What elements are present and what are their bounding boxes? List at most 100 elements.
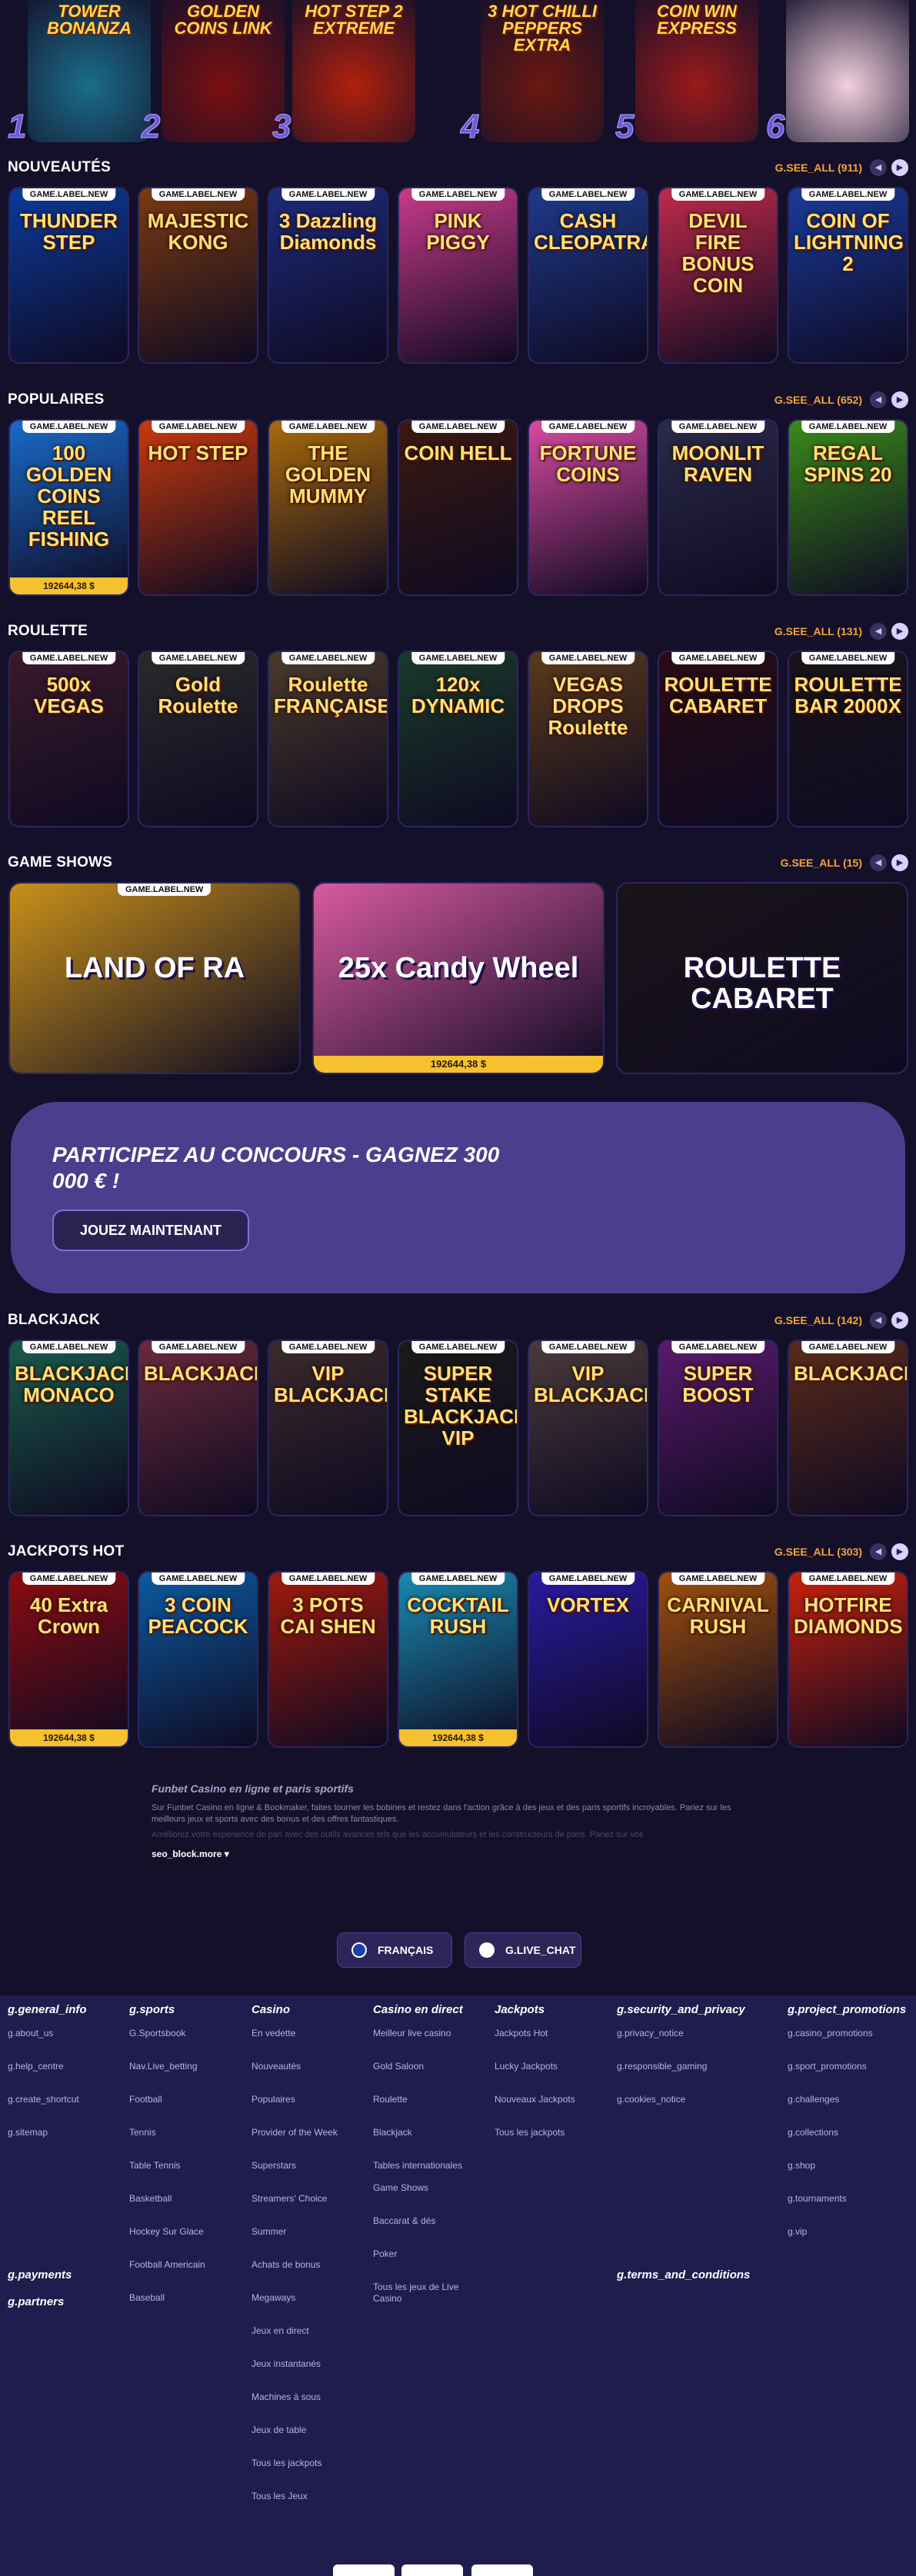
footer-link[interactable]: Table Tennis bbox=[129, 2160, 237, 2172]
footer-link[interactable]: g.create_shortcut bbox=[8, 2094, 115, 2105]
next-arrow-icon[interactable]: ▶ bbox=[891, 623, 908, 640]
footer-link[interactable]: Nav.Live_betting bbox=[129, 2061, 237, 2072]
see-all-link[interactable]: G.SEE_ALL (142) bbox=[774, 1314, 862, 1326]
next-arrow-icon[interactable]: ▶ bbox=[891, 1312, 908, 1329]
see-all-link[interactable]: G.SEE_ALL (911) bbox=[775, 161, 862, 174]
seo-more-toggle[interactable]: seo_block.more ▾ bbox=[152, 1849, 767, 1859]
game-card[interactable]: DEVIL FIRE BONUS COIN GAME.LABEL.NEW bbox=[658, 187, 778, 364]
game-card[interactable]: 100 GOLDEN COINS REEL FISHING GAME.LABEL.… bbox=[8, 419, 129, 596]
game-card[interactable]: HOTFIRE DIAMONDS GAME.LABEL.NEW bbox=[788, 1571, 908, 1748]
footer-link[interactable]: Tous les Jeux bbox=[251, 2491, 359, 2502]
footer-link[interactable]: Blackjack bbox=[373, 2127, 481, 2138]
game-card[interactable]: MAJESTIC KONG GAME.LABEL.NEW bbox=[138, 187, 258, 364]
footer-link[interactable]: g.help_centre bbox=[8, 2061, 115, 2072]
next-arrow-icon[interactable]: ▶ bbox=[891, 159, 908, 176]
footer-link[interactable]: Football Americain bbox=[129, 2259, 237, 2271]
game-card[interactable]: BLACKJACK MONACO GAME.LABEL.NEW bbox=[8, 1340, 129, 1516]
top-game-card[interactable]: HOT STEP 2 EXTREME bbox=[292, 0, 415, 142]
prev-arrow-icon[interactable]: ◀ bbox=[870, 159, 887, 176]
play-now-button[interactable]: JOUEZ MAINTENANT bbox=[52, 1210, 249, 1251]
game-card[interactable]: FORTUNE COINS GAME.LABEL.NEW bbox=[528, 419, 648, 596]
see-all-link[interactable]: G.SEE_ALL (652) bbox=[774, 394, 862, 406]
footer-link[interactable]: Populaires bbox=[251, 2094, 359, 2105]
footer-link[interactable]: Jeux de table bbox=[251, 2425, 359, 2436]
game-card[interactable]: MOONLIT RAVEN GAME.LABEL.NEW bbox=[658, 419, 778, 596]
language-button[interactable]: FRANÇAIS bbox=[337, 1932, 452, 1968]
footer-link[interactable]: g.sitemap bbox=[8, 2127, 115, 2138]
footer-link[interactable]: Summer bbox=[251, 2226, 359, 2238]
game-show-card[interactable]: ROULETTE CABARET bbox=[616, 882, 908, 1074]
footer-link[interactable]: Provider of the Week bbox=[251, 2127, 359, 2138]
footer-link[interactable]: g.about_us bbox=[8, 2028, 115, 2039]
footer-link[interactable]: Game Shows bbox=[373, 2182, 481, 2194]
game-card[interactable]: CASH CLEOPATRA GAME.LABEL.NEW bbox=[528, 187, 648, 364]
prev-arrow-icon[interactable]: ◀ bbox=[870, 623, 887, 640]
footer-link[interactable]: Superstars bbox=[251, 2160, 359, 2172]
game-card[interactable]: 3 COIN PEACOCK GAME.LABEL.NEW bbox=[138, 1571, 258, 1748]
game-card[interactable]: COCKTAIL RUSH GAME.LABEL.NEW 192644,38 $ bbox=[398, 1571, 518, 1748]
footer-link[interactable]: Nouveautés bbox=[251, 2061, 359, 2072]
next-arrow-icon[interactable]: ▶ bbox=[891, 854, 908, 871]
game-show-card[interactable]: LAND OF RA GAME.LABEL.NEW bbox=[8, 882, 301, 1074]
footer-link[interactable]: Machines à sous bbox=[251, 2391, 359, 2403]
footer-link[interactable]: Gold Saloon bbox=[373, 2061, 481, 2072]
footer-link[interactable]: Tous les jackpots bbox=[495, 2127, 602, 2138]
game-card[interactable]: CARNIVAL RUSH GAME.LABEL.NEW bbox=[658, 1571, 778, 1748]
footer-link[interactable]: Jeux en direct bbox=[251, 2325, 359, 2337]
terms-heading[interactable]: g.terms_and_conditions bbox=[617, 2268, 750, 2281]
footer-link[interactable]: Achats de bonus bbox=[251, 2259, 359, 2271]
footer-link[interactable]: Tennis bbox=[129, 2127, 237, 2138]
game-card[interactable]: BLACKJACK GAME.LABEL.NEW bbox=[138, 1340, 258, 1516]
footer-link[interactable]: Lucky Jackpots bbox=[495, 2061, 602, 2072]
top-game-card[interactable]: 3 HOT CHILLI PEPPERS EXTRA bbox=[481, 0, 604, 142]
footer-link[interactable]: Tables internationales bbox=[373, 2160, 481, 2172]
footer-link[interactable]: g.vip bbox=[788, 2226, 895, 2238]
footer-link[interactable]: G.Sportsbook bbox=[129, 2028, 237, 2039]
game-card[interactable]: HOT STEP GAME.LABEL.NEW bbox=[138, 419, 258, 596]
top-game-card[interactable]: TOWER BONANZA bbox=[28, 0, 151, 142]
footer-link[interactable]: g.casino_promotions bbox=[788, 2028, 895, 2039]
footer-link[interactable]: En vedette bbox=[251, 2028, 359, 2039]
footer-link[interactable]: Roulette bbox=[373, 2094, 481, 2105]
prev-arrow-icon[interactable]: ◀ bbox=[870, 1543, 887, 1560]
footer-link[interactable]: Jackpots Hot bbox=[495, 2028, 602, 2039]
next-arrow-icon[interactable]: ▶ bbox=[891, 391, 908, 408]
game-card[interactable]: 40 Extra Crown GAME.LABEL.NEW 192644,38 $ bbox=[8, 1571, 129, 1748]
game-card[interactable]: THE GOLDEN MUMMY GAME.LABEL.NEW bbox=[268, 419, 388, 596]
game-card[interactable]: SUPER STAKE BLACKJACK VIP GAME.LABEL.NEW bbox=[398, 1340, 518, 1516]
prev-arrow-icon[interactable]: ◀ bbox=[870, 1312, 887, 1329]
next-arrow-icon[interactable]: ▶ bbox=[891, 1543, 908, 1560]
footer-link[interactable]: Jeux instantanés bbox=[251, 2358, 359, 2370]
footer-link[interactable]: Tous les jeux de Live Casino bbox=[373, 2281, 481, 2305]
game-card[interactable]: SUPER BOOST GAME.LABEL.NEW bbox=[658, 1340, 778, 1516]
footer-link[interactable]: Streamers' Choice bbox=[251, 2193, 359, 2205]
footer-link[interactable]: g.challenges bbox=[788, 2094, 895, 2105]
footer-link[interactable]: Basketball bbox=[129, 2193, 237, 2205]
footer-link[interactable]: Hockey Sur Glace bbox=[129, 2226, 237, 2238]
game-card[interactable]: BLACKJACK GAME.LABEL.NEW bbox=[788, 1340, 908, 1516]
prev-arrow-icon[interactable]: ◀ bbox=[870, 854, 887, 871]
footer-link[interactable]: Poker bbox=[373, 2248, 481, 2260]
footer-link[interactable]: g.cookies_notice bbox=[617, 2094, 724, 2105]
game-card[interactable]: REGAL SPINS 20 GAME.LABEL.NEW bbox=[788, 419, 908, 596]
game-card[interactable]: 120x DYNAMIC GAME.LABEL.NEW bbox=[398, 651, 518, 827]
game-card[interactable]: PINK PIGGY GAME.LABEL.NEW bbox=[398, 187, 518, 364]
game-card[interactable]: 3 Dazzling Diamonds GAME.LABEL.NEW bbox=[268, 187, 388, 364]
game-card[interactable]: THUNDER STEP GAME.LABEL.NEW bbox=[8, 187, 129, 364]
game-card[interactable]: ROULETTE BAR 2000X GAME.LABEL.NEW bbox=[788, 651, 908, 827]
footer-link[interactable]: g.sport_promotions bbox=[788, 2061, 895, 2072]
game-card[interactable]: 500x VEGAS GAME.LABEL.NEW bbox=[8, 651, 129, 827]
footer-link[interactable]: Baseball bbox=[129, 2292, 237, 2304]
footer-link[interactable]: Megaways bbox=[251, 2292, 359, 2304]
footer-link[interactable]: Baccarat & dés bbox=[373, 2215, 481, 2227]
game-card[interactable]: COIN HELL GAME.LABEL.NEW bbox=[398, 419, 518, 596]
game-card[interactable]: Roulette FRANÇAISE GAME.LABEL.NEW bbox=[268, 651, 388, 827]
game-card[interactable]: VIP BLACKJACK GAME.LABEL.NEW bbox=[268, 1340, 388, 1516]
game-card[interactable]: VORTEX GAME.LABEL.NEW bbox=[528, 1571, 648, 1748]
top-game-card[interactable]: GOLDEN COINS LINK bbox=[162, 0, 285, 142]
footer-link[interactable]: g.privacy_notice bbox=[617, 2028, 724, 2039]
top-game-card[interactable]: COIN WIN EXPRESS bbox=[635, 0, 758, 142]
game-card[interactable]: VIP BLACKJACK GAME.LABEL.NEW bbox=[528, 1340, 648, 1516]
game-show-card[interactable]: 25x Candy Wheel 192644,38 $ bbox=[312, 882, 605, 1074]
footer-link[interactable]: Tous les jackpots bbox=[251, 2458, 359, 2469]
